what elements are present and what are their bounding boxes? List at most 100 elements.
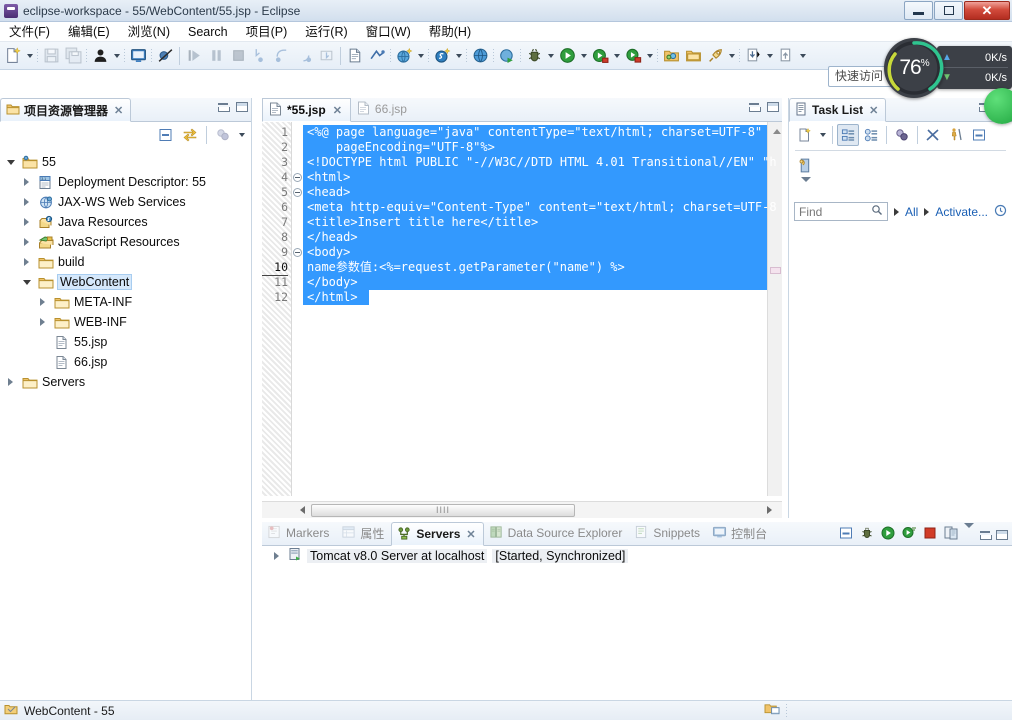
minimize-icon[interactable] <box>979 530 992 540</box>
code-line[interactable]: 3 <!DOCTYPE html PUBLIC "-//W3C//DTD HTML… <box>262 155 782 170</box>
show-ui-legend-icon[interactable] <box>945 124 967 146</box>
expand-arrow-icon[interactable] <box>20 212 33 232</box>
link-with-editor-icon[interactable] <box>179 124 201 146</box>
code-line[interactable]: 4 <html> <box>262 170 782 185</box>
javaclass-dropdown-arrow[interactable] <box>453 45 464 67</box>
runext-dropdown-arrow[interactable] <box>611 45 622 67</box>
maximize-icon[interactable] <box>996 529 1008 540</box>
filter-all-caret-icon[interactable] <box>893 207 899 216</box>
clock-icon[interactable] <box>994 204 1007 220</box>
new-task-icon[interactable] <box>794 124 816 146</box>
expand-arrow-icon[interactable] <box>36 312 49 332</box>
tree-item-66-jsp[interactable]: 66.jsp <box>0 352 251 372</box>
expand-arrow-icon[interactable] <box>20 172 33 192</box>
tree-item-java-resources[interactable]: Java Resources <box>0 212 251 232</box>
code-line[interactable]: 9 <body> <box>262 245 782 260</box>
menu-window[interactable]: 窗口(W) <box>357 22 420 42</box>
expand-arrow-icon[interactable] <box>20 232 33 252</box>
new-web-project-icon[interactable] <box>393 45 415 67</box>
user-dropdown-arrow[interactable] <box>111 45 122 67</box>
restore-button[interactable] <box>934 1 963 20</box>
code-line[interactable]: 5 <head> <box>262 185 782 200</box>
step-into-icon[interactable] <box>249 45 271 67</box>
save-all-icon[interactable] <box>62 45 84 67</box>
collapse-arrow-icon[interactable] <box>4 152 17 172</box>
close-icon[interactable]: ✕ <box>333 104 342 117</box>
scroll-right-arrow[interactable] <box>761 503 778 518</box>
code-line[interactable]: 12 </html> <box>262 290 782 305</box>
tree-item-jaxws[interactable]: JAX-WS Web Services <box>0 192 251 212</box>
open-browser-icon[interactable] <box>469 45 491 67</box>
stop-server-icon[interactable] <box>922 525 938 544</box>
tree-item-55-jsp[interactable]: 55.jsp <box>0 332 251 352</box>
tab-data-source-explorer[interactable]: Data Source Explorer <box>484 521 630 545</box>
terminate-icon[interactable] <box>227 45 249 67</box>
tab-snippets[interactable]: Snippets <box>629 521 707 545</box>
expand-arrow-icon[interactable] <box>20 192 33 212</box>
open-type-icon[interactable] <box>660 45 682 67</box>
previous-annotation-icon[interactable] <box>775 45 797 67</box>
suspend-icon[interactable] <box>205 45 227 67</box>
close-icon[interactable]: ✕ <box>466 528 475 541</box>
focus-on-workweek-icon[interactable] <box>922 124 944 146</box>
uncategorized-icon[interactable] <box>789 151 1012 177</box>
rocket-dropdown-arrow[interactable] <box>726 45 737 67</box>
tab-console[interactable]: 控制台 <box>707 521 774 545</box>
cpu-usage-dial[interactable]: 76% <box>884 38 944 98</box>
categorized-presentation-icon[interactable] <box>837 124 859 146</box>
prevann-dropdown-arrow[interactable] <box>797 45 808 67</box>
publish-server-icon[interactable] <box>943 525 959 544</box>
debug-server-icon[interactable] <box>859 525 875 544</box>
new-jsp-file-icon[interactable] <box>344 45 366 67</box>
tab-properties[interactable]: 属性 <box>336 521 391 545</box>
menu-run[interactable]: 运行(R) <box>296 22 356 42</box>
minimize-icon[interactable] <box>217 102 230 112</box>
search-input[interactable]: Find <box>794 202 888 221</box>
synchronize-changed-icon[interactable] <box>891 124 913 146</box>
user-icon[interactable] <box>89 45 111 67</box>
expand-task-category-icon[interactable] <box>789 177 1012 196</box>
tree-item-meta-inf[interactable]: META-INF <box>0 292 251 312</box>
editor-tab-55-jsp[interactable]: *55.jsp ✕ <box>262 98 351 122</box>
code-line[interactable]: 11 </body> <box>262 275 782 290</box>
code-line[interactable]: 8 </head> <box>262 230 782 245</box>
tree-item-project-55[interactable]: 55 <box>0 152 251 172</box>
view-menu-filters-icon[interactable] <box>212 124 234 146</box>
scroll-thumb[interactable] <box>770 267 781 274</box>
profile-server-icon[interactable] <box>901 525 917 544</box>
fold-toggle-icon[interactable] <box>293 188 302 197</box>
code-line[interactable]: 10 name参数值:<%=request.getParameter("name"… <box>262 260 782 276</box>
tab-markers[interactable]: Markers <box>262 521 336 545</box>
code-line[interactable]: 6 <meta http-equiv="Content-Type" content… <box>262 200 782 215</box>
collapse-all-icon[interactable] <box>968 124 990 146</box>
new-dropdown-arrow[interactable] <box>24 45 35 67</box>
drop-to-frame-icon[interactable] <box>315 45 337 67</box>
tab-servers[interactable]: Servers ✕ <box>391 522 484 546</box>
collapse-all-icon[interactable] <box>838 525 854 544</box>
code-line[interactable]: 1 <%@ page language="java" contentType="t… <box>262 125 782 140</box>
tree-item-web-inf[interactable]: WEB-INF <box>0 312 251 332</box>
run-icon[interactable] <box>556 45 578 67</box>
code-line[interactable]: 2 pageEncoding="UTF-8"%> <box>262 140 782 155</box>
debug-icon[interactable] <box>523 45 545 67</box>
tree-item-deployment-descriptor[interactable]: 3.1 Deployment Descriptor: 55 <box>0 172 251 192</box>
open-console-icon[interactable] <box>127 45 149 67</box>
editor-vertical-scrollbar[interactable] <box>767 122 782 496</box>
expand-arrow-icon[interactable] <box>4 372 17 392</box>
tab-task-list[interactable]: Task List ✕ <box>789 98 887 122</box>
start-server-icon[interactable] <box>880 525 896 544</box>
collapse-arrow-icon[interactable] <box>20 272 33 292</box>
step-over-icon[interactable] <box>271 45 293 67</box>
code-editor[interactable]: 1 <%@ page language="java" contentType="t… <box>262 122 782 496</box>
view-menu-icon[interactable] <box>964 522 974 542</box>
menu-edit[interactable]: 编辑(E) <box>59 22 119 42</box>
hscroll-thumb[interactable]: IIII <box>311 503 575 517</box>
new-task-dropdown-arrow[interactable] <box>817 124 828 146</box>
maximize-icon[interactable] <box>236 102 248 112</box>
run-on-server-icon[interactable] <box>496 45 518 67</box>
code-line[interactable]: 7 <title>Insert title here</title> <box>262 215 782 230</box>
profile-dropdown-arrow[interactable] <box>644 45 655 67</box>
search-icon[interactable] <box>871 204 883 219</box>
fold-toggle-icon[interactable] <box>293 248 302 257</box>
tree-item-servers[interactable]: Servers <box>0 372 251 392</box>
